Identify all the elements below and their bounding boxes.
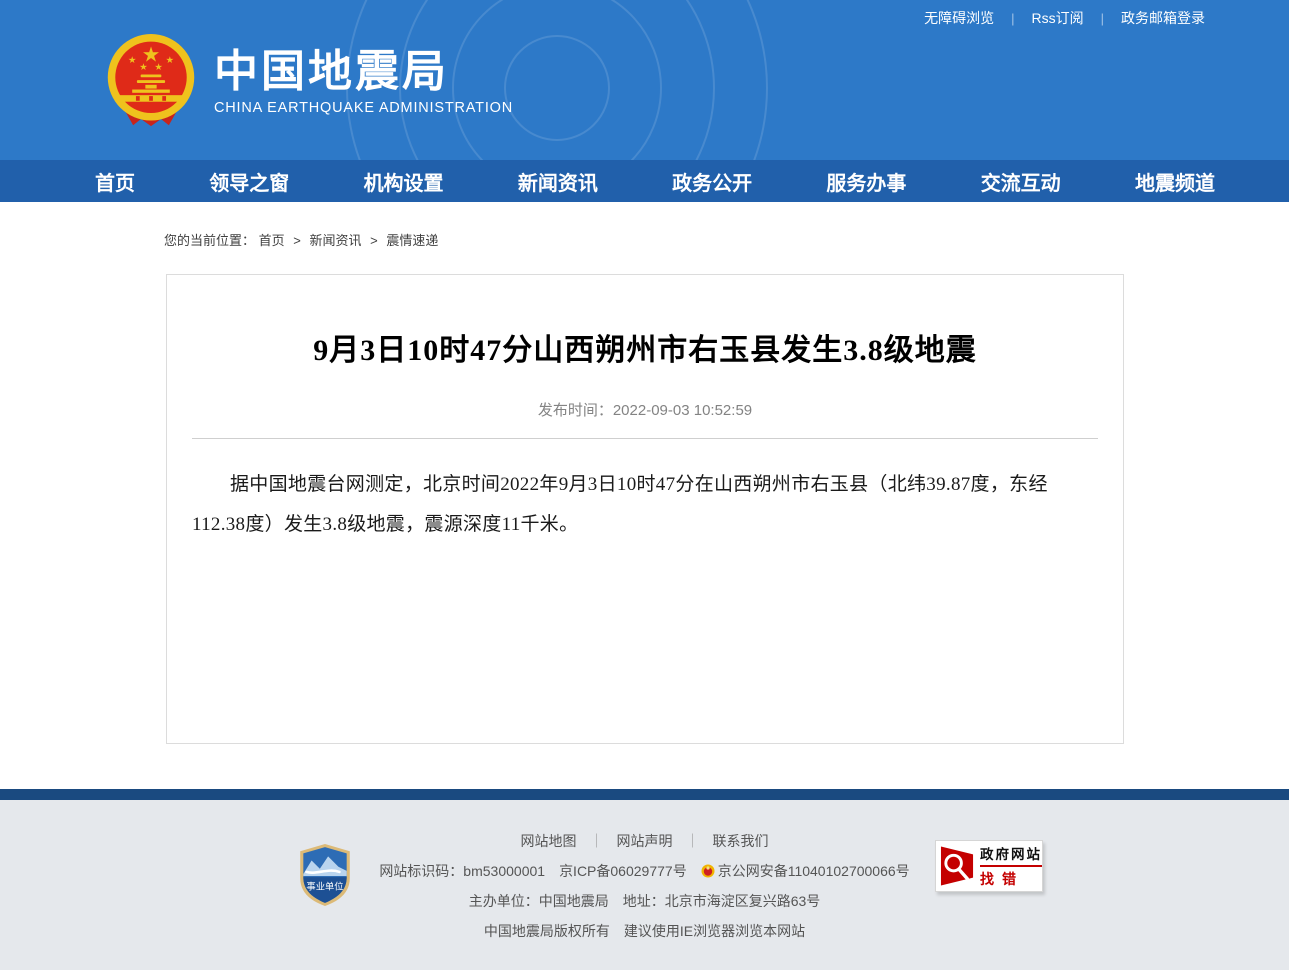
nav-home[interactable]: 首页 bbox=[95, 167, 135, 196]
nav-organization[interactable]: 机构设置 bbox=[364, 167, 444, 196]
breadcrumb-news[interactable]: 新闻资讯 bbox=[310, 233, 362, 248]
gov-badge-divider bbox=[980, 865, 1042, 867]
separator: ｜ bbox=[685, 833, 700, 849]
footer-accent-bar bbox=[0, 789, 1289, 800]
gov-badge-line1: 政府网站 bbox=[980, 847, 1042, 862]
site-header: 无障碍浏览 | Rss订阅 | 政务邮箱登录 ★ ★ ★ ★ ★ 中国地震局 C… bbox=[0, 0, 1289, 160]
utility-links: 无障碍浏览 | Rss订阅 | 政务邮箱登录 bbox=[924, 8, 1205, 28]
police-record-link[interactable]: 京公网安备11040102700066号 bbox=[718, 863, 910, 879]
address: 地址：北京市海淀区复兴路63号 bbox=[622, 893, 821, 909]
national-emblem-icon: ★ ★ ★ ★ ★ bbox=[107, 34, 195, 127]
organizer: 主办单位：中国地震局 bbox=[468, 893, 609, 909]
site-subtitle: CHINA EARTHQUAKE ADMINISTRATION bbox=[214, 99, 513, 116]
nav-interaction[interactable]: 交流互动 bbox=[981, 167, 1061, 196]
svg-text:★: ★ bbox=[154, 62, 162, 73]
footer-content: 网站地图 ｜ 网站声明 ｜ 联系我们 网站标识码：bm53000001 京ICP备… bbox=[0, 800, 1289, 941]
article-title: 9月3日10时47分山西朔州市右玉县发生3.8级地震 bbox=[313, 334, 977, 367]
breadcrumb-separator: > bbox=[293, 233, 301, 248]
breadcrumb: 您的当前位置： 首页 > 新闻资讯 > 震情速递 bbox=[164, 230, 1289, 249]
icp-link[interactable]: 京ICP备06029777号 bbox=[559, 863, 687, 879]
breadcrumb-home[interactable]: 首页 bbox=[259, 233, 285, 248]
gov-badge-text: 政府网站 找错 bbox=[980, 843, 1042, 889]
article-body: 据中国地震台网测定，北京时间2022年9月3日10时47分在山西朔州市右玉县（北… bbox=[192, 474, 1048, 535]
separator: | bbox=[1011, 10, 1015, 26]
sitemap-link[interactable]: 网站地图 bbox=[521, 831, 577, 851]
breadcrumb-separator: > bbox=[370, 233, 378, 248]
breadcrumb-label: 您的当前位置： bbox=[164, 233, 256, 248]
site-title: 中国地震局 bbox=[214, 47, 449, 97]
breadcrumb-current[interactable]: 震情速递 bbox=[386, 233, 438, 248]
svg-text:事业单位: 事业单位 bbox=[306, 880, 343, 891]
svg-text:★: ★ bbox=[139, 62, 147, 73]
magnifier-icon bbox=[940, 846, 974, 886]
public-institution-badge[interactable]: 事业单位 bbox=[296, 843, 354, 907]
site-title-block: 中国地震局 CHINA EARTHQUAKE ADMINISTRATION bbox=[214, 47, 513, 116]
site-code: 网站标识码：bm53000001 bbox=[379, 863, 546, 879]
site-statement-link[interactable]: 网站声明 bbox=[617, 831, 673, 851]
gov-mail-login-link[interactable]: 政务邮箱登录 bbox=[1121, 8, 1205, 28]
nav-gov-affairs[interactable]: 政务公开 bbox=[672, 167, 752, 196]
rss-link[interactable]: Rss订阅 bbox=[1031, 8, 1083, 28]
site-logo[interactable]: ★ ★ ★ ★ ★ 中国地震局 CHINA EARTHQUAKE ADMINIS… bbox=[104, 32, 513, 132]
nav-services[interactable]: 服务办事 bbox=[826, 167, 906, 196]
site-footer: 事业单位 网站地图 ｜ 网站声明 ｜ 联系我们 网站标识码：bm53000001… bbox=[0, 800, 1289, 970]
publish-time: 发布时间：2022-09-03 10:52:59 bbox=[537, 402, 753, 419]
article-container: 9月3日10时47分山西朔州市右玉县发生3.8级地震 发布时间：2022-09-… bbox=[166, 274, 1124, 744]
gov-site-find-error-badge[interactable]: 政府网站 找错 bbox=[935, 840, 1043, 892]
accessibility-link[interactable]: 无障碍浏览 bbox=[924, 8, 994, 28]
svg-text:★: ★ bbox=[166, 55, 174, 66]
nav-leadership[interactable]: 领导之窗 bbox=[209, 167, 289, 196]
nav-earthquake-channel[interactable]: 地震频道 bbox=[1135, 167, 1215, 196]
browser-note: 建议使用IE浏览器浏览本网站 bbox=[623, 923, 806, 939]
nav-news[interactable]: 新闻资讯 bbox=[518, 167, 598, 196]
main-nav: 首页 领导之窗 机构设置 新闻资讯 政务公开 服务办事 交流互动 地震频道 bbox=[0, 160, 1289, 202]
contact-link[interactable]: 联系我们 bbox=[713, 831, 769, 851]
copyright: 中国地震局版权所有 bbox=[483, 923, 610, 939]
separator: ｜ bbox=[589, 833, 604, 849]
police-badge-icon bbox=[701, 864, 715, 878]
gov-badge-line2: 找错 bbox=[980, 871, 1024, 887]
svg-text:★: ★ bbox=[128, 55, 136, 66]
separator: | bbox=[1100, 10, 1104, 26]
divider bbox=[192, 438, 1098, 439]
